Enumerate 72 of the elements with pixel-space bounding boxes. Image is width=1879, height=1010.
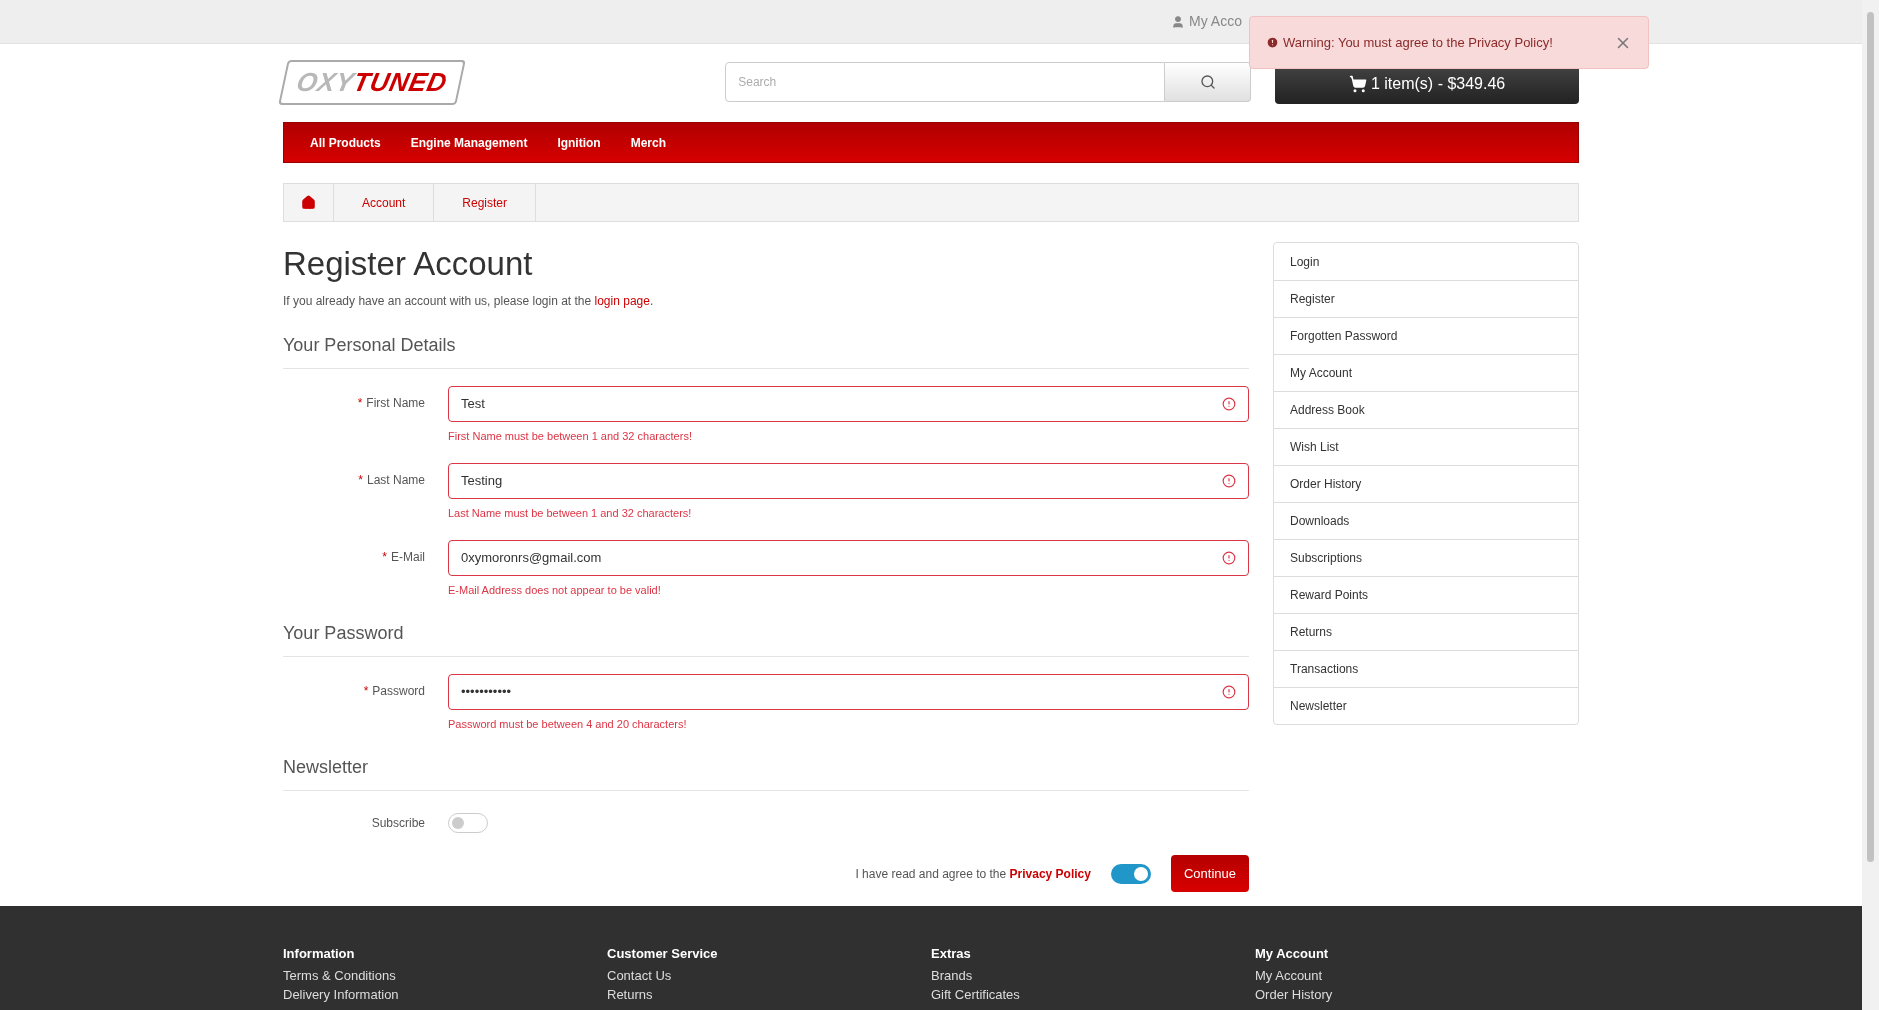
user-icon xyxy=(1171,14,1186,29)
page-title: Register Account xyxy=(283,244,534,284)
input-field[interactable]: ••••••••••• xyxy=(448,674,1249,710)
footer-link[interactable]: Delivery Information xyxy=(283,986,607,1002)
input-field[interactable]: Testing xyxy=(448,463,1249,499)
field-label: Password xyxy=(372,683,425,700)
breadcrumb-link[interactable]: Account xyxy=(362,193,406,212)
breadcrumb-link[interactable]: Register xyxy=(462,193,508,212)
footer-link[interactable]: Contact Us xyxy=(607,967,931,983)
footer-heading: My Account xyxy=(1255,945,1330,963)
menu-item[interactable]: Returns xyxy=(1274,613,1578,650)
footer-heading: Customer Service xyxy=(607,945,719,963)
nav-link[interactable]: Ignition xyxy=(557,133,601,152)
toggle-switch[interactable] xyxy=(448,813,488,833)
footer-link[interactable]: Order History xyxy=(1255,986,1579,1002)
menu-item[interactable]: Reward Points xyxy=(1274,576,1578,613)
menu-item[interactable]: Order History xyxy=(1274,465,1578,502)
intro-period: . xyxy=(649,294,654,308)
agree-text: I have read and agree to the xyxy=(855,866,1008,881)
search-field[interactable]: Search xyxy=(725,62,1166,102)
menu-item[interactable]: Newsletter xyxy=(1274,687,1578,724)
field-label: E-Mail xyxy=(391,549,425,566)
search-icon xyxy=(1199,74,1216,90)
warning-icon xyxy=(1266,36,1279,49)
intro-text: If you already have an account with us, please login at the xyxy=(283,294,593,308)
nav-link[interactable]: Engine Management xyxy=(410,133,528,152)
menu-item[interactable]: Downloads xyxy=(1274,502,1578,539)
error-message: Last Name must be between 1 and 32 characters! xyxy=(448,506,693,521)
input-field[interactable]: 0xymoronrs@gmail.com xyxy=(448,540,1249,576)
field-label: First Name xyxy=(366,395,425,412)
login-link[interactable]: login page xyxy=(594,294,650,308)
menu-item[interactable]: Forgotten Password xyxy=(1274,317,1578,354)
footer-link[interactable]: Terms & Conditions xyxy=(283,967,607,983)
footer-heading: Information xyxy=(283,945,356,963)
error-message: First Name must be between 1 and 32 characters! xyxy=(448,429,693,444)
section-heading: Your Password xyxy=(283,620,1249,657)
required-mark: * xyxy=(358,472,363,489)
error-icon xyxy=(1222,397,1236,411)
footer-link[interactable]: Gift Certificates xyxy=(931,986,1255,1002)
privacy-policy-link[interactable]: Privacy Policy xyxy=(1009,866,1091,881)
footer-link[interactable]: My Account xyxy=(1255,967,1579,983)
field-label: Last Name xyxy=(366,472,425,489)
menu-item[interactable]: Login xyxy=(1274,243,1578,280)
error-icon xyxy=(1222,550,1236,565)
menu-item[interactable]: Subscriptions xyxy=(1274,539,1578,576)
menu-item[interactable]: Register xyxy=(1274,280,1578,317)
required-mark: * xyxy=(363,683,369,700)
toggle-switch[interactable] xyxy=(1110,863,1151,884)
home-icon[interactable] xyxy=(301,195,316,210)
field-label: Subscribe xyxy=(371,815,425,832)
required-mark: * xyxy=(357,395,363,412)
menu-item[interactable]: Address Book xyxy=(1274,391,1578,428)
footer-heading: Extras xyxy=(931,945,972,963)
error-icon xyxy=(1222,684,1236,699)
input-field[interactable]: Test xyxy=(448,386,1249,422)
nav-link[interactable]: All Products xyxy=(310,133,381,152)
alert-message: Warning: You must agree to the Privacy Policy! xyxy=(1283,33,1553,52)
footer-link[interactable]: Returns xyxy=(607,986,931,1002)
continue-button[interactable]: Continue xyxy=(1170,855,1249,892)
error-message: E-Mail Address does not appear to be valid! xyxy=(448,582,662,598)
nav-link[interactable]: Merch xyxy=(630,133,667,152)
required-mark: * xyxy=(382,549,387,566)
menu-item[interactable]: Wish List xyxy=(1274,428,1578,465)
menu-item[interactable]: My Account xyxy=(1274,354,1578,391)
menu-item[interactable]: Transactions xyxy=(1274,650,1578,687)
logo[interactable]: OXYTUNED xyxy=(278,59,466,105)
footer-link[interactable]: Brands xyxy=(931,967,1255,983)
section-heading: Your Personal Details xyxy=(283,332,1249,369)
error-icon xyxy=(1222,474,1236,488)
error-message: Password must be between 4 and 20 characters! xyxy=(448,716,688,732)
section-heading: Newsletter xyxy=(283,754,1249,791)
cart-icon xyxy=(1348,75,1367,93)
